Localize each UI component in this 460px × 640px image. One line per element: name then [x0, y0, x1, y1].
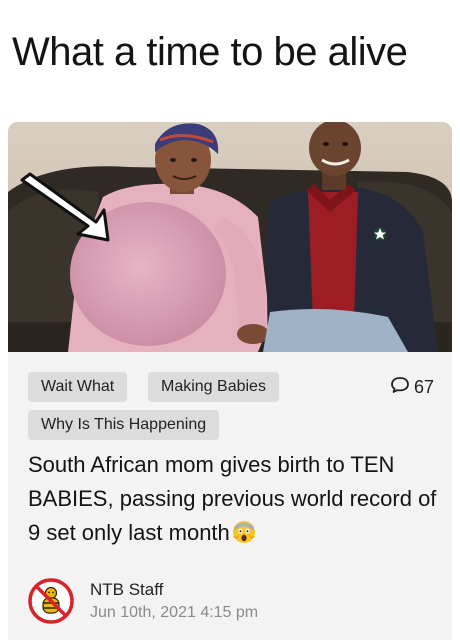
author-name[interactable]: NTB Staff — [90, 580, 163, 600]
post-card[interactable]: Wait What Making Babies Why Is This Happ… — [8, 122, 452, 640]
tag-why-is-this-happening[interactable]: Why Is This Happening — [28, 410, 220, 440]
page: What a time to be alive Wait What Making… — [0, 0, 460, 640]
tag-wait-what[interactable]: Wait What — [28, 372, 128, 402]
speech-bubble-icon — [390, 375, 410, 400]
ntb-no-babies-logo-icon[interactable] — [28, 578, 74, 624]
tag-making-babies[interactable]: Making Babies — [148, 372, 279, 402]
post-image[interactable] — [8, 122, 452, 352]
author-row: NTB Staff Jun 10th, 2021 4:15 pm — [28, 574, 438, 624]
comment-count-button[interactable]: 67 — [390, 373, 434, 401]
comment-count: 67 — [413, 376, 434, 397]
page-title: What a time to be alive — [12, 30, 408, 74]
post-headline[interactable]: South African mom gives birth to TEN BAB… — [28, 448, 438, 550]
post-date: Jun 10th, 2021 4:15 pm — [90, 604, 259, 621]
screaming-face-emoji-icon — [232, 520, 256, 544]
